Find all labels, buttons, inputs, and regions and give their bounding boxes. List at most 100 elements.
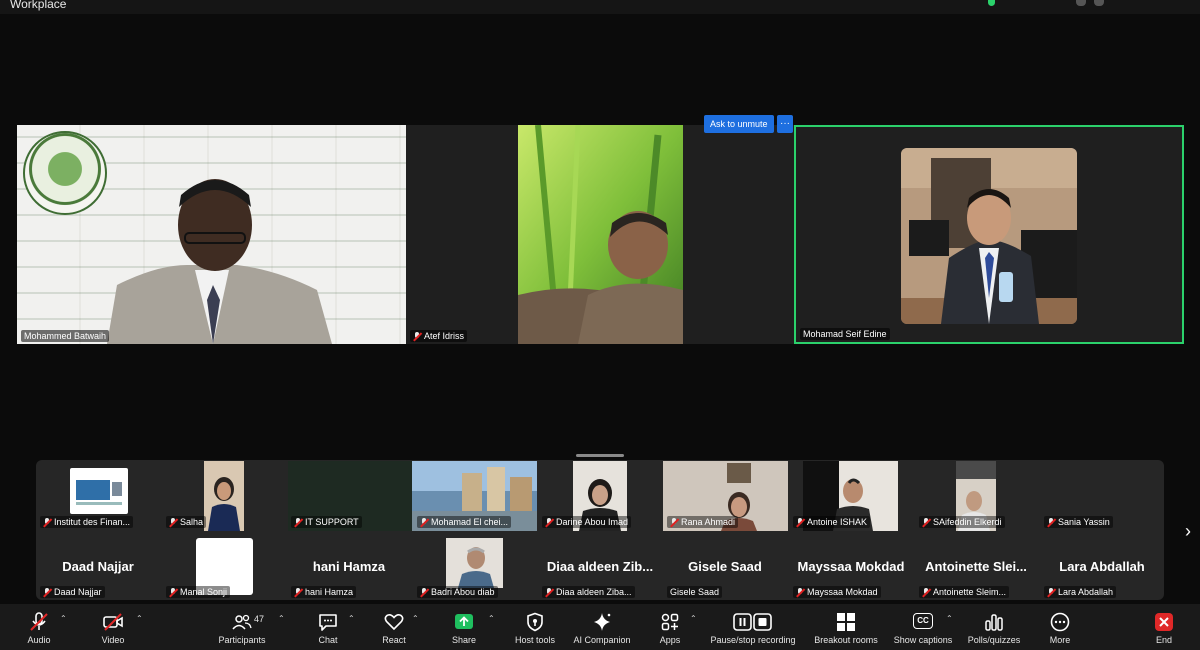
gallery-thumbnail[interactable]	[70, 468, 128, 514]
video-label: Video	[101, 635, 125, 645]
chat-options-caret-icon[interactable]: ⌃	[348, 614, 355, 623]
ai-companion-label: AI Companion	[573, 635, 631, 645]
gallery-participant-name: hani Hamza	[291, 586, 357, 598]
closed-captions-icon: CC	[913, 613, 933, 629]
more-button[interactable]: More	[1040, 604, 1080, 650]
muted-mic-icon	[545, 518, 553, 526]
apps-options-caret-icon[interactable]: ⌃	[690, 614, 697, 623]
chat-icon	[319, 614, 337, 631]
gallery-participant-name: Rana Ahmadi	[667, 516, 739, 528]
gallery-participant-name: Salha	[166, 516, 207, 528]
pause-stop-recording-button[interactable]: Pause/stop recording	[704, 604, 802, 650]
gallery-participant-name: Manal Sonji	[166, 586, 231, 598]
gallery-participant-name: Antoine ISHAK	[793, 516, 871, 528]
meeting-toolbar: Audio ⌃ Video ⌃ 47 Participants ⌃ Chat ⌃…	[0, 604, 1200, 650]
mic-muted-icon	[30, 612, 48, 631]
video-tile-speaker-3[interactable]: Mohamad Seif Edine	[794, 125, 1184, 344]
end-call-icon	[1155, 613, 1173, 631]
window-control-icon[interactable]	[1094, 0, 1104, 6]
end-meeting-button[interactable]: End	[1144, 604, 1184, 650]
share-label: Share	[451, 635, 477, 645]
host-tools-button[interactable]: Host tools	[510, 604, 560, 650]
ai-companion-button[interactable]: AI Companion	[570, 604, 634, 650]
status-dot-icon	[988, 0, 995, 6]
participant-video	[518, 125, 683, 344]
gallery-participant-name: SAifeddin Elkerdi	[919, 516, 1005, 528]
shield-icon	[527, 612, 543, 632]
gallery-next-page-button[interactable]: ›	[1180, 520, 1196, 544]
participant-video	[208, 477, 240, 531]
muted-mic-icon	[796, 518, 804, 526]
video-tile-speaker-1[interactable]: Mohammed Batwaih	[17, 125, 406, 344]
participants-options-caret-icon[interactable]: ⌃	[278, 614, 285, 623]
video-button[interactable]: Video	[92, 604, 134, 650]
audio-label: Audio	[27, 635, 51, 645]
muted-mic-icon	[169, 588, 177, 596]
gallery-participant-name: Antoinette Sleim...	[919, 586, 1010, 598]
apps-icon	[661, 613, 679, 631]
muted-mic-icon	[294, 588, 302, 596]
participant-display-name: Lara Abdallah	[1059, 559, 1145, 574]
participants-button[interactable]: 47 Participants	[212, 604, 272, 650]
ask-to-unmute-button[interactable]: Ask to unmute	[704, 115, 774, 133]
gallery-participant-name: Badri Abou diab	[417, 586, 498, 598]
gallery-thumbnail[interactable]	[446, 538, 503, 588]
gallery-participant-name: Darine Abou Imad	[542, 516, 632, 528]
participant-display-name: hani Hamza	[312, 559, 386, 574]
video-tile-speaker-2[interactable]: Atef Idriss	[406, 125, 794, 344]
recording-controls-icon	[733, 613, 772, 631]
participants-icon	[232, 614, 252, 630]
muted-mic-icon	[796, 588, 804, 596]
participant-display-name: Diaa aldeen Zib...	[546, 559, 654, 574]
gallery-participant-name: Mohamad El chei...	[417, 516, 512, 528]
captions-options-caret-icon[interactable]: ⌃	[946, 614, 953, 623]
chat-label: Chat	[318, 635, 338, 645]
participant-display-name: Antoinette Slei...	[925, 559, 1027, 574]
host-tools-label: Host tools	[514, 635, 556, 645]
participant-display-name: Mayssaa Mokdad	[797, 559, 905, 574]
audio-button[interactable]: Audio	[18, 604, 60, 650]
gallery-thumbnail[interactable]	[204, 461, 244, 531]
participant-name-label: Atef Idriss	[410, 330, 468, 342]
gallery-participant-name: Gisele Saad	[667, 586, 723, 598]
polls-quizzes-button[interactable]: Polls/quizzes	[964, 604, 1024, 650]
more-dots-icon	[1050, 612, 1070, 632]
chat-button[interactable]: Chat	[308, 604, 348, 650]
muted-mic-icon	[169, 518, 177, 526]
app-title: Workplace	[10, 0, 67, 11]
audio-options-caret-icon[interactable]: ⌃	[60, 614, 67, 623]
apps-button[interactable]: Apps	[650, 604, 690, 650]
muted-mic-icon	[420, 588, 428, 596]
heart-icon	[384, 614, 404, 631]
more-label: More	[1049, 635, 1071, 645]
breakout-rooms-label: Breakout rooms	[814, 635, 878, 645]
gallery-participant-name: Lara Abdallah	[1044, 586, 1117, 598]
participants-label: Participants	[218, 635, 266, 645]
react-options-caret-icon[interactable]: ⌃	[412, 614, 419, 623]
participant-count-badge: 47	[254, 614, 265, 624]
participant-video	[901, 148, 1077, 324]
show-captions-button[interactable]: CC Show captions	[890, 604, 956, 650]
participant-name-label: Mohammed Batwaih	[21, 330, 110, 342]
end-label: End	[1155, 635, 1172, 645]
pause-stop-recording-label: Pause/stop recording	[710, 635, 796, 645]
react-button[interactable]: React	[374, 604, 414, 650]
show-captions-label: Show captions	[893, 635, 953, 645]
muted-mic-icon	[670, 518, 678, 526]
polls-quizzes-label: Polls/quizzes	[967, 635, 1021, 645]
share-button[interactable]: Share	[444, 604, 484, 650]
video-options-caret-icon[interactable]: ⌃	[136, 614, 143, 623]
share-options-caret-icon[interactable]: ⌃	[488, 614, 495, 623]
muted-mic-icon	[413, 332, 421, 340]
gallery-resize-handle[interactable]	[576, 454, 624, 457]
participant-display-name: Gisele Saad	[688, 559, 762, 574]
tile-more-options-button[interactable]: ···	[777, 115, 793, 133]
participant-video	[458, 547, 494, 588]
institute-logo-icon	[76, 480, 122, 505]
breakout-rooms-button[interactable]: Breakout rooms	[810, 604, 882, 650]
window-control-icon[interactable]	[1076, 0, 1086, 6]
muted-mic-icon	[1047, 588, 1055, 596]
breakout-rooms-icon	[837, 613, 855, 631]
muted-mic-icon	[294, 518, 302, 526]
participant-display-name: Daad Najjar	[62, 559, 134, 574]
